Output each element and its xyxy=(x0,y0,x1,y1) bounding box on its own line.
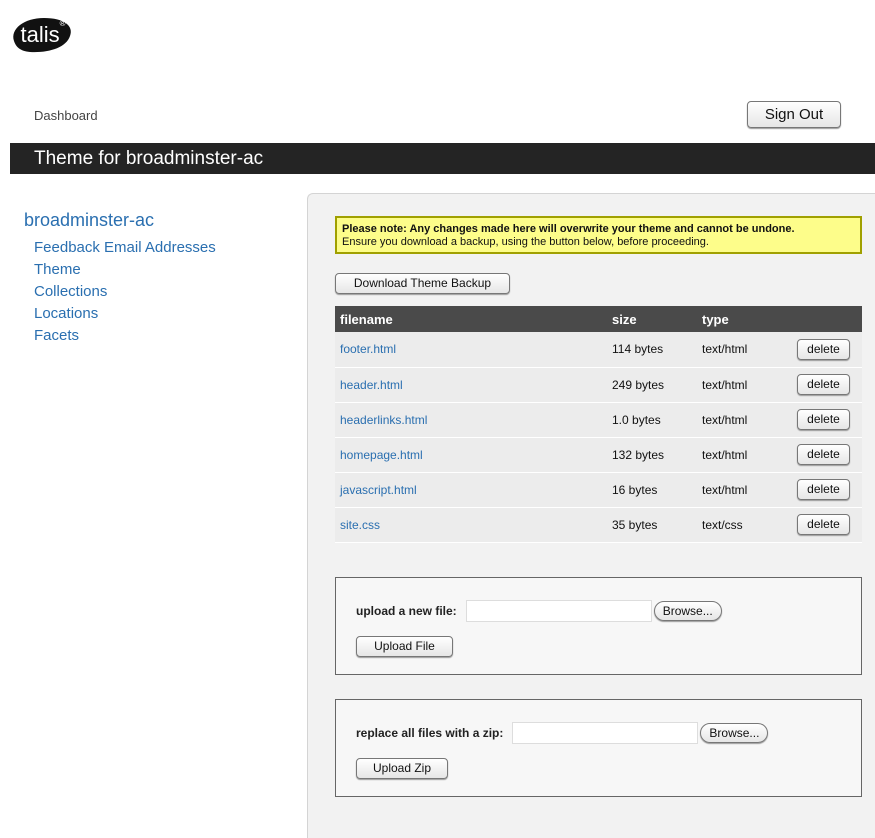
delete-button[interactable]: delete xyxy=(797,338,850,360)
file-link[interactable]: headerlinks.html xyxy=(335,402,607,438)
delete-button[interactable]: delete xyxy=(797,374,850,395)
column-header-actions xyxy=(792,306,862,332)
actions-cell: delete xyxy=(792,437,862,473)
browse-zip-button[interactable]: Browse... xyxy=(700,723,769,743)
column-header-filename: filename xyxy=(335,306,607,332)
upload-zip-form: replace all files with a zip: Browse... … xyxy=(335,699,862,797)
page-title-bar: Theme for broadminster-ac xyxy=(10,143,875,174)
table-row: footer.html 114 bytes text/html delete xyxy=(335,332,862,368)
sidebar-item-feedback-email-addresses[interactable]: Feedback Email Addresses xyxy=(24,237,294,259)
page-title: Theme for broadminster-ac xyxy=(34,148,264,169)
delete-button[interactable]: delete xyxy=(797,514,850,535)
talis-logo: talis® xyxy=(8,15,74,55)
upload-file-input[interactable] xyxy=(465,600,652,622)
sign-out-button[interactable]: Sign Out xyxy=(747,101,841,128)
file-size: 1.0 bytes xyxy=(607,402,697,438)
sidebar-site-link[interactable]: broadminster-ac xyxy=(24,210,294,231)
notice-heading: Please note: Any changes made here will … xyxy=(342,223,795,235)
upload-zip-row: replace all files with a zip: Browse... xyxy=(356,722,769,744)
table-row: header.html 249 bytes text/html delete xyxy=(335,367,862,403)
upload-zip-button[interactable]: Upload Zip xyxy=(356,758,448,779)
sidebar-item-theme[interactable]: Theme xyxy=(24,259,294,281)
file-link[interactable]: javascript.html xyxy=(335,472,607,508)
sidebar-item-locations[interactable]: Locations xyxy=(24,303,294,325)
file-type: text/html xyxy=(697,367,792,403)
theme-files-table: filename size type footer.html 114 bytes… xyxy=(335,306,862,543)
main-panel: Please note: Any changes made here will … xyxy=(307,193,875,838)
upload-zip-label: replace all files with a zip: xyxy=(356,726,504,740)
file-type: text/html xyxy=(697,332,792,368)
file-link[interactable]: homepage.html xyxy=(335,437,607,473)
table-row: homepage.html 132 bytes text/html delete xyxy=(335,437,862,473)
upload-file-button[interactable]: Upload File xyxy=(356,636,453,657)
file-size: 16 bytes xyxy=(607,472,697,508)
file-link[interactable]: header.html xyxy=(335,367,607,403)
file-type: text/html xyxy=(697,437,792,473)
delete-button[interactable]: delete xyxy=(797,444,850,465)
upload-file-form: upload a new file: Browse... Upload File xyxy=(335,577,862,675)
sidebar-item-facets[interactable]: Facets xyxy=(24,325,294,347)
actions-cell: delete xyxy=(792,507,862,543)
table-row: site.css 35 bytes text/css delete xyxy=(335,507,862,543)
file-size: 249 bytes xyxy=(607,367,697,403)
actions-cell: delete xyxy=(792,402,862,438)
table-row: javascript.html 16 bytes text/html delet… xyxy=(335,472,862,508)
download-theme-backup-button[interactable]: Download Theme Backup xyxy=(335,273,510,294)
table-row: headerlinks.html 1.0 bytes text/html del… xyxy=(335,402,862,438)
sidebar-item-collections[interactable]: Collections xyxy=(24,281,294,303)
logo-text: talis® xyxy=(20,19,66,47)
dashboard-link[interactable]: Dashboard xyxy=(34,108,98,123)
file-link[interactable]: footer.html xyxy=(335,332,607,368)
table-header-row: filename size type xyxy=(335,306,862,332)
file-type: text/html xyxy=(697,472,792,508)
sidebar: broadminster-ac Feedback Email Addresses… xyxy=(24,210,294,347)
file-size: 114 bytes xyxy=(607,332,697,368)
file-size: 132 bytes xyxy=(607,437,697,473)
column-header-type: type xyxy=(697,306,792,332)
delete-button[interactable]: delete xyxy=(797,479,850,500)
notice-text: Ensure you download a backup, using the … xyxy=(342,236,709,248)
actions-cell: delete xyxy=(792,367,862,403)
column-header-size: size xyxy=(607,306,697,332)
actions-cell: delete xyxy=(792,332,862,368)
file-type: text/html xyxy=(697,402,792,438)
upload-file-label: upload a new file: xyxy=(356,604,457,618)
file-size: 35 bytes xyxy=(607,507,697,543)
file-link[interactable]: site.css xyxy=(335,507,607,543)
delete-button[interactable]: delete xyxy=(797,409,850,430)
warning-notice: Please note: Any changes made here will … xyxy=(335,216,862,254)
browse-file-button[interactable]: Browse... xyxy=(653,601,722,621)
upload-zip-input[interactable] xyxy=(512,722,699,744)
actions-cell: delete xyxy=(792,472,862,508)
upload-file-row: upload a new file: Browse... xyxy=(356,600,722,622)
file-type: text/css xyxy=(697,507,792,543)
